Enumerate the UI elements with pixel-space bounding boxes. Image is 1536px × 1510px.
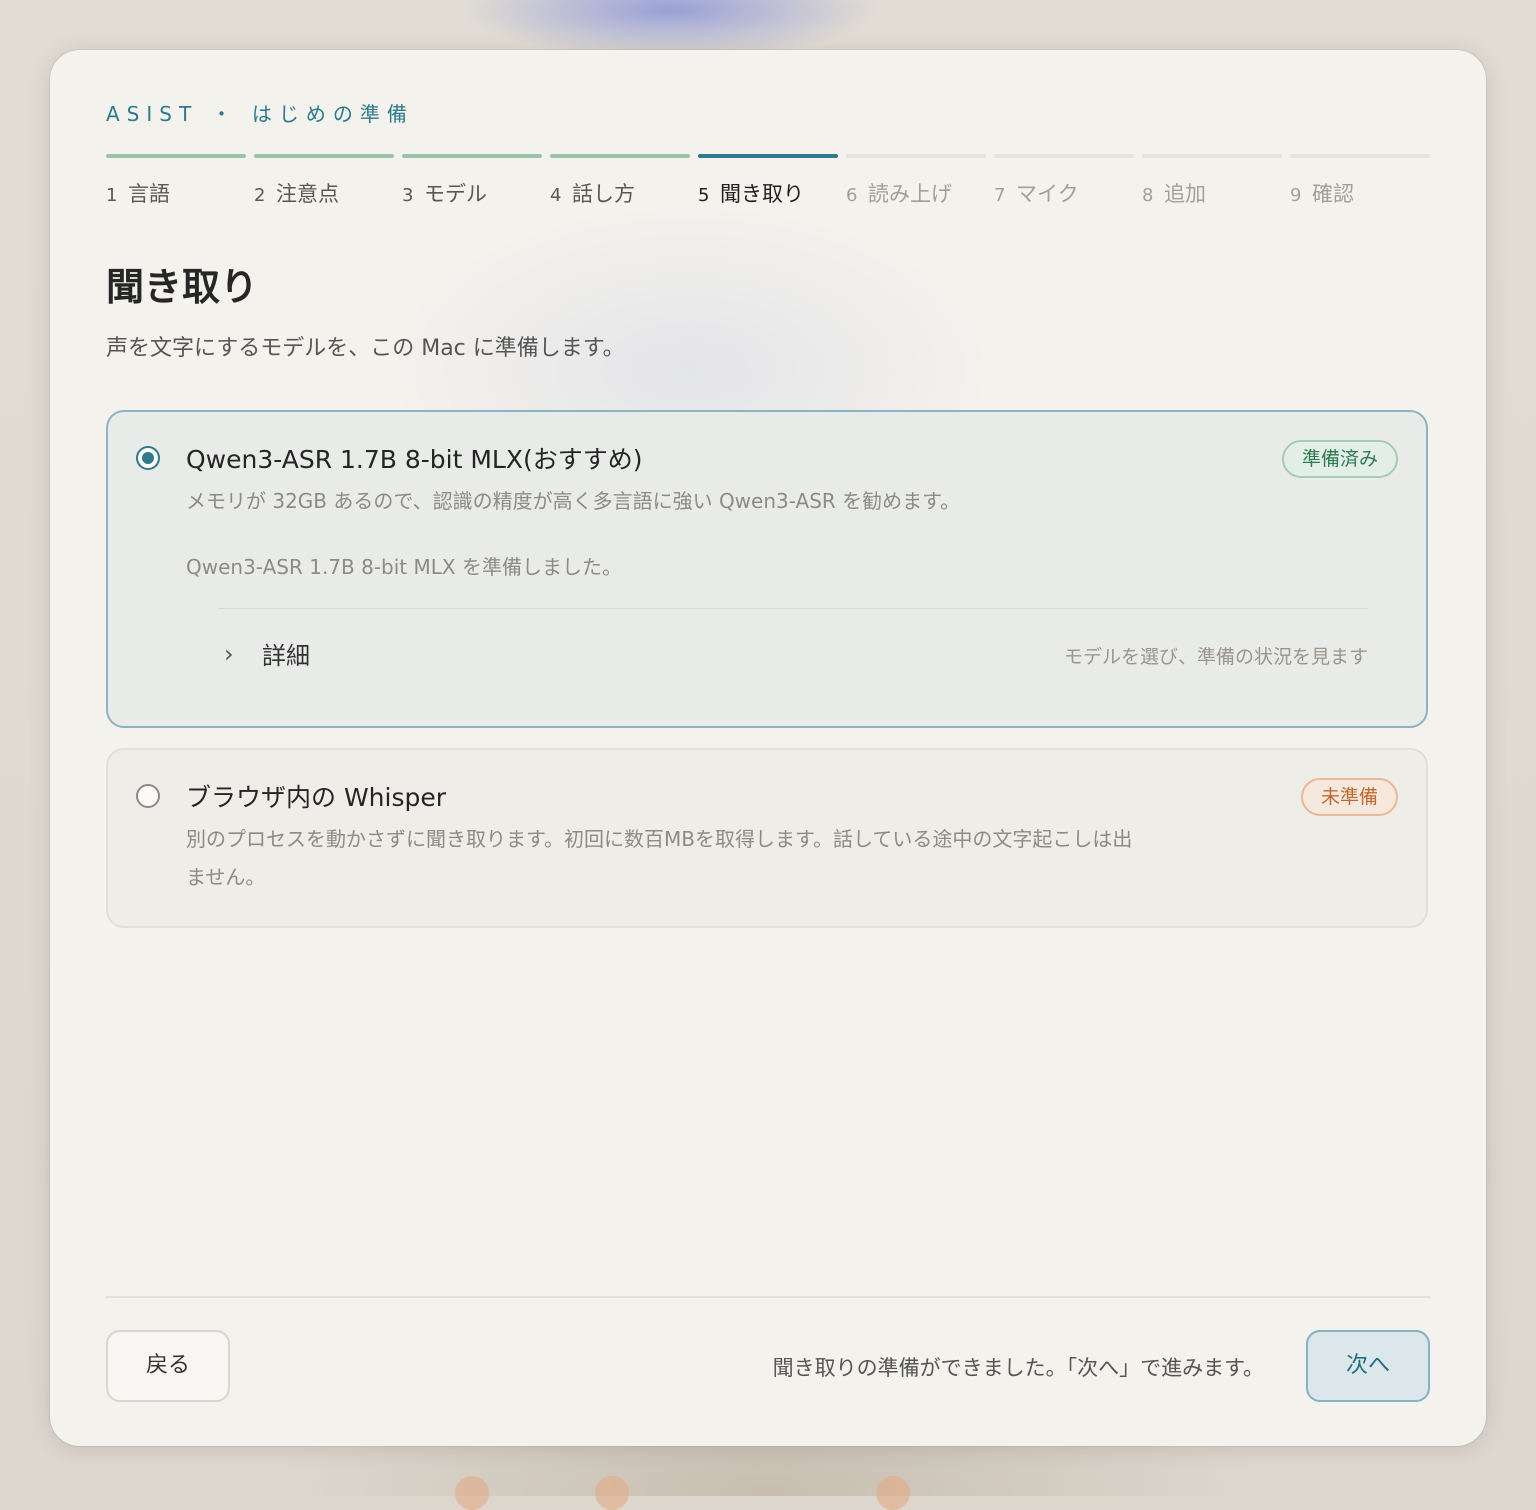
step-number: 5 bbox=[698, 185, 710, 206]
setup-dialog: ASIST ・ はじめの準備 1 言語 2 注意点 3 モデル 4 話し方 5 聞き取り … bbox=[50, 50, 1486, 1446]
details-hint: モデルを選び、準備の状況を見ます bbox=[1063, 646, 1368, 668]
step-bar bbox=[254, 154, 394, 158]
step-label: 確認 bbox=[1312, 182, 1354, 206]
step-number: 3 bbox=[402, 185, 414, 206]
step-label: 読み上げ bbox=[868, 182, 952, 206]
step-label: 話し方 bbox=[572, 182, 635, 206]
footer-divider bbox=[106, 1296, 1430, 1298]
step-label: モデル bbox=[424, 182, 487, 206]
step-label: 言語 bbox=[128, 182, 170, 206]
step-language[interactable]: 1 言語 bbox=[106, 154, 246, 208]
back-button[interactable]: 戻る bbox=[106, 1330, 230, 1402]
option-whisper[interactable]: ブラウザ内の Whisper 未準備 別のプロセスを動かさずに聞き取ります。初回… bbox=[106, 748, 1428, 928]
step-label: 注意点 bbox=[276, 182, 339, 206]
step-bar bbox=[402, 154, 542, 158]
step-read-aloud: 6 読み上げ bbox=[846, 154, 986, 208]
step-bar bbox=[1142, 154, 1282, 158]
details-disclosure[interactable]: › 詳細 モデルを選び、準備の状況を見ます bbox=[218, 634, 1368, 674]
dock-badge-icon bbox=[595, 1476, 629, 1510]
step-number: 8 bbox=[1142, 185, 1154, 206]
next-button[interactable]: 次へ bbox=[1306, 1330, 1430, 1402]
step-model[interactable]: 3 モデル bbox=[402, 154, 542, 208]
step-indicator: 1 言語 2 注意点 3 モデル 4 話し方 5 聞き取り 6 読み上げ 7 マイク 8 追加 bbox=[106, 154, 1430, 214]
radio-whisper[interactable] bbox=[136, 784, 160, 808]
step-speaking-style[interactable]: 4 話し方 bbox=[550, 154, 690, 208]
option-title: ブラウザ内の Whisper bbox=[186, 783, 447, 812]
step-number: 6 bbox=[846, 185, 858, 206]
option-description-cont: ません。 bbox=[186, 865, 266, 889]
chevron-right-icon: › bbox=[224, 640, 234, 668]
dock-badge-icon bbox=[876, 1476, 910, 1510]
step-label: 聞き取り bbox=[720, 182, 804, 206]
option-description: 別のプロセスを動かさずに聞き取ります。初回に数百MBを取得します。話している途中… bbox=[186, 827, 1133, 851]
step-bar bbox=[106, 154, 246, 158]
step-extras: 8 追加 bbox=[1142, 154, 1282, 208]
status-badge-not-ready: 未準備 bbox=[1300, 778, 1398, 816]
option-description: メモリが 32GB あるので、認識の精度が高く多言語に強い Qwen3-ASR … bbox=[186, 489, 961, 513]
step-listening[interactable]: 5 聞き取り bbox=[698, 154, 838, 208]
app-eyebrow: ASIST ・ はじめの準備 bbox=[106, 102, 414, 126]
step-bar bbox=[1290, 154, 1430, 158]
dock-badge-icon bbox=[455, 1476, 489, 1510]
step-number: 2 bbox=[254, 185, 266, 206]
step-number: 1 bbox=[106, 185, 118, 206]
step-confirm: 9 確認 bbox=[1290, 154, 1430, 208]
step-label: マイク bbox=[1016, 182, 1079, 206]
step-label: 追加 bbox=[1164, 182, 1206, 206]
option-title: Qwen3-ASR 1.7B 8-bit MLX(おすすめ) bbox=[186, 445, 643, 474]
step-bar bbox=[846, 154, 986, 158]
step-number: 4 bbox=[550, 185, 562, 206]
option-status: Qwen3-ASR 1.7B 8-bit MLX を準備しました。 bbox=[186, 555, 622, 579]
option-qwen-asr[interactable]: Qwen3-ASR 1.7B 8-bit MLX(おすすめ) 準備済み メモリが… bbox=[106, 410, 1428, 728]
status-badge-ready: 準備済み bbox=[1281, 440, 1398, 478]
page-title: 聞き取り bbox=[106, 265, 259, 309]
footer-status: 聞き取りの準備ができました。「次へ」で進みます。 bbox=[772, 1356, 1264, 1380]
radio-qwen-asr[interactable] bbox=[136, 446, 160, 470]
step-bar bbox=[994, 154, 1134, 158]
step-bar bbox=[698, 154, 838, 158]
page-subtitle: 声を文字にするモデルを、この Mac に準備します。 bbox=[106, 336, 625, 361]
details-label: 詳細 bbox=[262, 642, 310, 670]
step-number: 7 bbox=[994, 185, 1006, 206]
step-microphone: 7 マイク bbox=[994, 154, 1134, 208]
step-number: 9 bbox=[1290, 185, 1302, 206]
step-bar bbox=[550, 154, 690, 158]
step-cautions[interactable]: 2 注意点 bbox=[254, 154, 394, 208]
details-divider bbox=[218, 608, 1368, 609]
